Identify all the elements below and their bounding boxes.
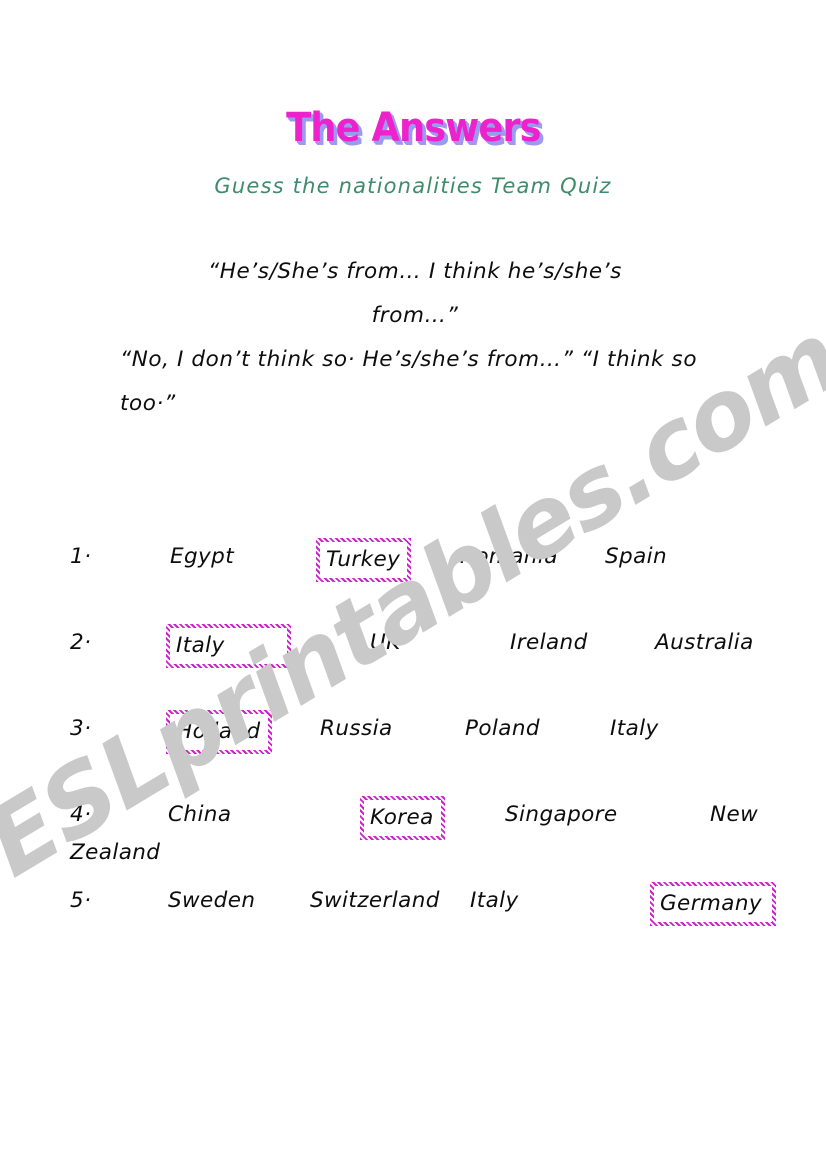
dialogue-prompt-block: “He’s/She’s from… I think he’s/she’s fro… bbox=[120, 250, 710, 426]
question-number: 3· bbox=[70, 716, 92, 741]
dialogue-line-2: from…” bbox=[371, 303, 459, 328]
answer-row-line: 1· Egypt Turkey Romania Spain bbox=[70, 538, 810, 578]
answer-option[interactable]: Ireland bbox=[510, 624, 588, 662]
page-subtitle: Guess the nationalities Team Quiz bbox=[214, 174, 612, 198]
subtitle-container: Guess the nationalities Team Quiz bbox=[0, 174, 826, 198]
answer-option[interactable]: China bbox=[168, 796, 231, 834]
title-container: The Answers bbox=[0, 108, 826, 148]
question-number: 5· bbox=[70, 888, 92, 913]
correct-answer-option[interactable]: Italy bbox=[166, 624, 291, 668]
dialogue-line-1: “He’s/She’s from… I think he’s/she’s bbox=[208, 259, 622, 284]
answer-option[interactable]: Australia bbox=[655, 624, 754, 662]
question-number: 2· bbox=[70, 630, 92, 655]
correct-answer-option[interactable]: Korea bbox=[360, 796, 445, 840]
answer-list: 1· Egypt Turkey Romania Spain 2· Italy UK Irelan… bbox=[0, 528, 826, 958]
answer-row: 5· Sweden Switzerland Italy Germany bbox=[0, 872, 826, 958]
correct-answer-option[interactable]: Holland bbox=[166, 710, 272, 754]
answer-row-line: 3· Holland Russia Poland Italy bbox=[70, 710, 810, 750]
correct-answer-option[interactable]: Turkey bbox=[316, 538, 411, 582]
answer-option[interactable]: Italy bbox=[610, 710, 659, 748]
answer-option[interactable]: Switzerland bbox=[310, 882, 440, 920]
answer-row: 2· Italy UK Ireland Australia bbox=[0, 614, 826, 700]
answer-option[interactable]: Russia bbox=[320, 710, 393, 748]
answer-option[interactable]: Poland bbox=[465, 710, 540, 748]
correct-answer-option[interactable]: Germany bbox=[650, 882, 776, 926]
answer-option[interactable]: Singapore bbox=[505, 796, 618, 834]
answer-row: 1· Egypt Turkey Romania Spain bbox=[0, 528, 826, 614]
answer-row: 4· China Korea Singapore New Zealand bbox=[0, 786, 826, 872]
answer-option[interactable]: Romania bbox=[460, 538, 558, 576]
answer-option[interactable]: Italy bbox=[470, 882, 519, 920]
answer-row-line: 5· Sweden Switzerland Italy Germany bbox=[70, 882, 810, 922]
answer-option[interactable]: Egypt bbox=[170, 538, 234, 576]
question-number: 4· bbox=[70, 802, 92, 827]
answer-row: 3· Holland Russia Poland Italy bbox=[0, 700, 826, 786]
dialogue-line-3: “No, I don’t think so· He’s/she’s from…”… bbox=[120, 347, 698, 416]
answer-option[interactable]: UK bbox=[370, 624, 401, 662]
answer-option[interactable]: Sweden bbox=[168, 882, 255, 920]
answer-option[interactable]: New bbox=[710, 796, 758, 834]
question-number: 1· bbox=[70, 544, 92, 569]
answer-row-line: 2· Italy UK Ireland Australia bbox=[70, 624, 810, 664]
worksheet-page: ESLprintables.com The Answers Guess the … bbox=[0, 0, 826, 1169]
answer-row-line: 4· China Korea Singapore New bbox=[70, 796, 810, 836]
answer-option[interactable]: Spain bbox=[605, 538, 667, 576]
page-title: The Answers bbox=[285, 105, 541, 151]
